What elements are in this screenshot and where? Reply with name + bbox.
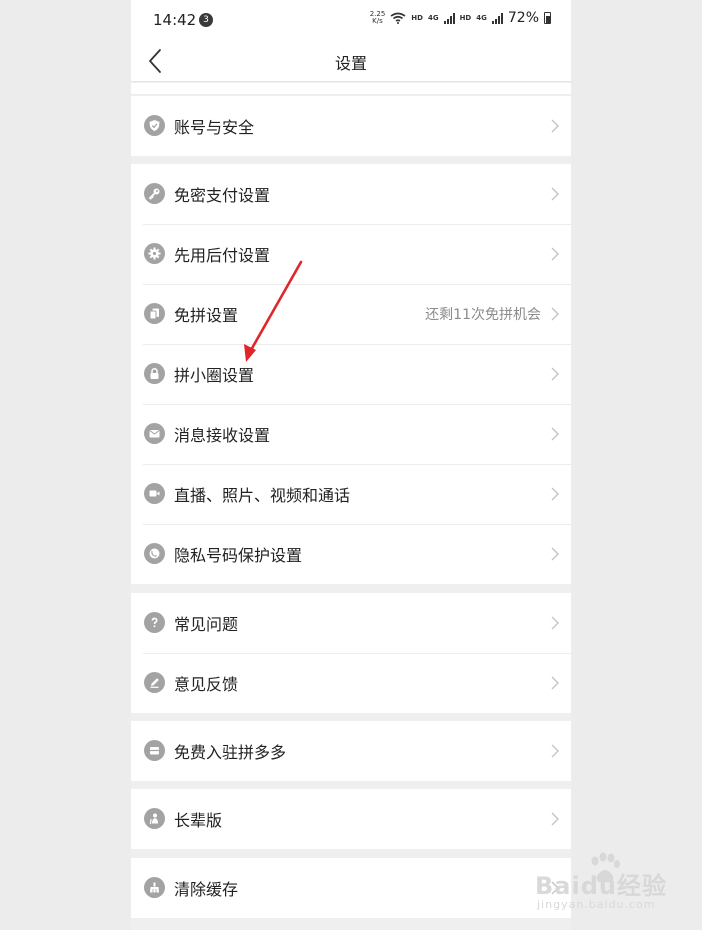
- settings-item-label: 常见问题: [174, 615, 239, 634]
- settings-item-label: 先用后付设置: [174, 246, 271, 265]
- paw-logo-icon: [591, 852, 620, 883]
- envelope-icon: [144, 423, 165, 444]
- settings-item-label: 隐私号码保护设置: [174, 546, 303, 565]
- broom-icon: [144, 877, 165, 898]
- lock-icon: [144, 363, 165, 384]
- battery-icon: [544, 12, 551, 24]
- chevron-right-icon: [551, 881, 559, 895]
- settings-item-passwordless-payment[interactable]: 免密支付设置: [131, 164, 571, 224]
- settings-item-label: 拼小圈设置: [174, 366, 255, 385]
- net-speed-unit: K/s: [372, 17, 383, 25]
- settings-item-private-number[interactable]: 隐私号码保护设置: [131, 524, 571, 584]
- chevron-right-icon: [551, 187, 559, 201]
- chevron-right-icon: [551, 247, 559, 261]
- settings-item-message-receiving[interactable]: 消息接收设置: [131, 404, 571, 464]
- settings-item-label: 账号与安全: [174, 118, 255, 137]
- settings-screen: 14:42 3 2.25 K/s HD 4G HD 4G 72% 设置 账号与安…: [131, 0, 571, 930]
- remaining-chances-text: 还剩11次免拼机会: [425, 307, 541, 323]
- settings-item-faq[interactable]: 常见问题: [131, 593, 571, 653]
- settings-item-label: 消息接收设置: [174, 426, 271, 445]
- status-time: 14:42: [153, 11, 197, 29]
- elder-icon: [144, 808, 165, 829]
- chevron-right-icon: [551, 812, 559, 826]
- key-icon: [144, 183, 165, 204]
- question-icon: [144, 612, 165, 633]
- settings-item-merchant-join[interactable]: 免费入驻拼多多: [131, 721, 571, 781]
- settings-item-elder-mode[interactable]: 长辈版: [131, 789, 571, 849]
- shield-icon: [144, 115, 165, 136]
- store-icon: [144, 740, 165, 761]
- settings-group-payment-privacy: 免密支付设置 先用后付设置 免拼设置 还剩11次免拼机会 拼小圈设置 消息接收设…: [131, 164, 571, 584]
- nav-bar: 设置: [131, 40, 571, 82]
- battery-percent: 72%: [507, 10, 539, 26]
- settings-group-elder: 长辈版: [131, 789, 571, 849]
- settings-item-label: 免费入驻拼多多: [174, 743, 287, 762]
- settings-group-help: 常见问题 意见反馈: [131, 593, 571, 713]
- video-camera-icon: [144, 483, 165, 504]
- settings-item-feedback[interactable]: 意见反馈: [131, 653, 571, 713]
- settings-item-group-free[interactable]: 免拼设置 还剩11次免拼机会: [131, 284, 571, 344]
- pencil-icon: [144, 672, 165, 693]
- hd-label-2: HD: [459, 14, 472, 22]
- wifi-icon: [390, 12, 406, 24]
- cards-icon: [144, 303, 165, 324]
- hd-label-1: HD: [411, 14, 423, 22]
- settings-item-live-photo-video-call[interactable]: 直播、照片、视频和通话: [131, 464, 571, 524]
- settings-item-pay-later[interactable]: 先用后付设置: [131, 224, 571, 284]
- chevron-right-icon: [551, 744, 559, 758]
- notification-badge: 3: [199, 13, 213, 27]
- settings-item-label: 清除缓存: [174, 880, 239, 899]
- chevron-right-icon: [551, 487, 559, 501]
- settings-item-label: 免密支付设置: [174, 186, 271, 205]
- network-gen-1: 4G: [427, 14, 439, 22]
- chevron-right-icon: [551, 307, 559, 321]
- settings-item-account-security[interactable]: 账号与安全: [131, 96, 571, 156]
- settings-group-account: 账号与安全: [131, 96, 571, 156]
- page-title: 设置: [334, 54, 367, 73]
- settings-group-merchant: 免费入驻拼多多: [131, 721, 571, 781]
- settings-item-label: 免拼设置: [174, 306, 239, 325]
- chevron-right-icon: [551, 119, 559, 133]
- settings-item-circle[interactable]: 拼小圈设置: [131, 344, 571, 404]
- net-speed: 2.25 K/s: [370, 11, 386, 25]
- chevron-right-icon: [551, 616, 559, 630]
- chevron-right-icon: [551, 367, 559, 381]
- network-gen-2: 4G: [476, 14, 487, 22]
- settings-group-cache: 清除缓存: [131, 858, 571, 918]
- signal-bars-1-icon: [443, 12, 455, 24]
- chevron-right-icon: [551, 547, 559, 561]
- settings-item-label: 长辈版: [174, 811, 223, 830]
- settings-item-label: 直播、照片、视频和通话: [174, 486, 351, 505]
- settings-item-label: 意见反馈: [174, 675, 239, 694]
- phone-icon: [144, 543, 165, 564]
- chevron-right-icon: [551, 676, 559, 690]
- chevron-right-icon: [551, 427, 559, 441]
- status-bar: 14:42 3 2.25 K/s HD 4G HD 4G 72%: [131, 0, 571, 40]
- settings-item-clear-cache[interactable]: 清除缓存: [131, 858, 571, 918]
- scrolled-content-strip: [131, 83, 571, 95]
- gear-icon: [144, 243, 165, 264]
- status-indicators: 2.25 K/s HD 4G HD 4G 72%: [370, 10, 551, 26]
- signal-bars-2-icon: [491, 12, 503, 24]
